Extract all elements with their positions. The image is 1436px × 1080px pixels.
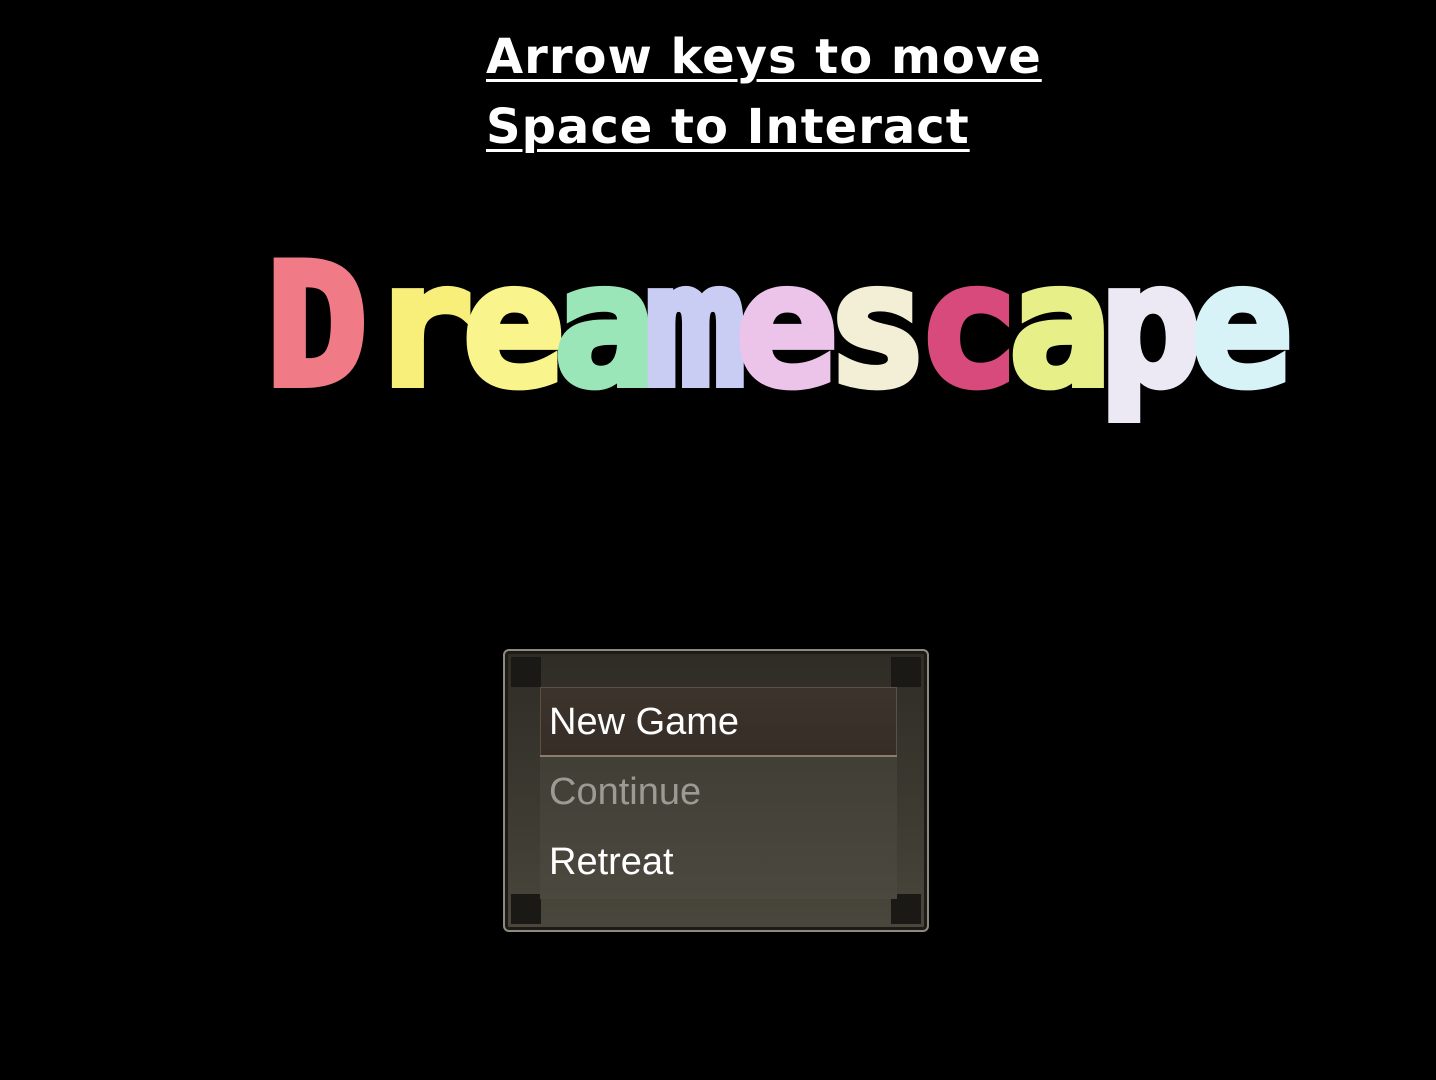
title-letter: e <box>732 224 841 428</box>
title-letter: a <box>1005 224 1114 428</box>
title-letter: a <box>550 224 659 428</box>
window-corner <box>511 657 541 687</box>
title-letter: D <box>262 224 371 428</box>
window-corner <box>891 657 921 687</box>
controls-instructions: Arrow keys to move Space to Interact <box>486 22 1042 162</box>
instruction-interact: Space to Interact <box>486 99 970 155</box>
title-letter: e <box>1187 224 1296 428</box>
title-screen: Arrow keys to move Space to Interact Dre… <box>0 0 1436 1080</box>
title-letter: s <box>823 224 932 428</box>
title-menu-list: New Game Continue Retreat <box>540 687 897 899</box>
instruction-move: Arrow keys to move <box>486 29 1042 85</box>
menu-item-continue[interactable]: Continue <box>540 757 897 827</box>
title-letter: m <box>641 224 750 428</box>
title-letter: e <box>459 224 568 428</box>
game-title-logo: Dreamescape <box>262 224 1296 446</box>
title-menu-window: New Game Continue Retreat <box>503 649 929 932</box>
title-letter: c <box>914 224 1023 428</box>
menu-item-retreat[interactable]: Retreat <box>540 827 897 897</box>
title-letter: r <box>368 224 477 428</box>
menu-item-new-game[interactable]: New Game <box>540 687 897 757</box>
title-letter: p <box>1096 224 1205 428</box>
window-corner <box>511 894 541 924</box>
